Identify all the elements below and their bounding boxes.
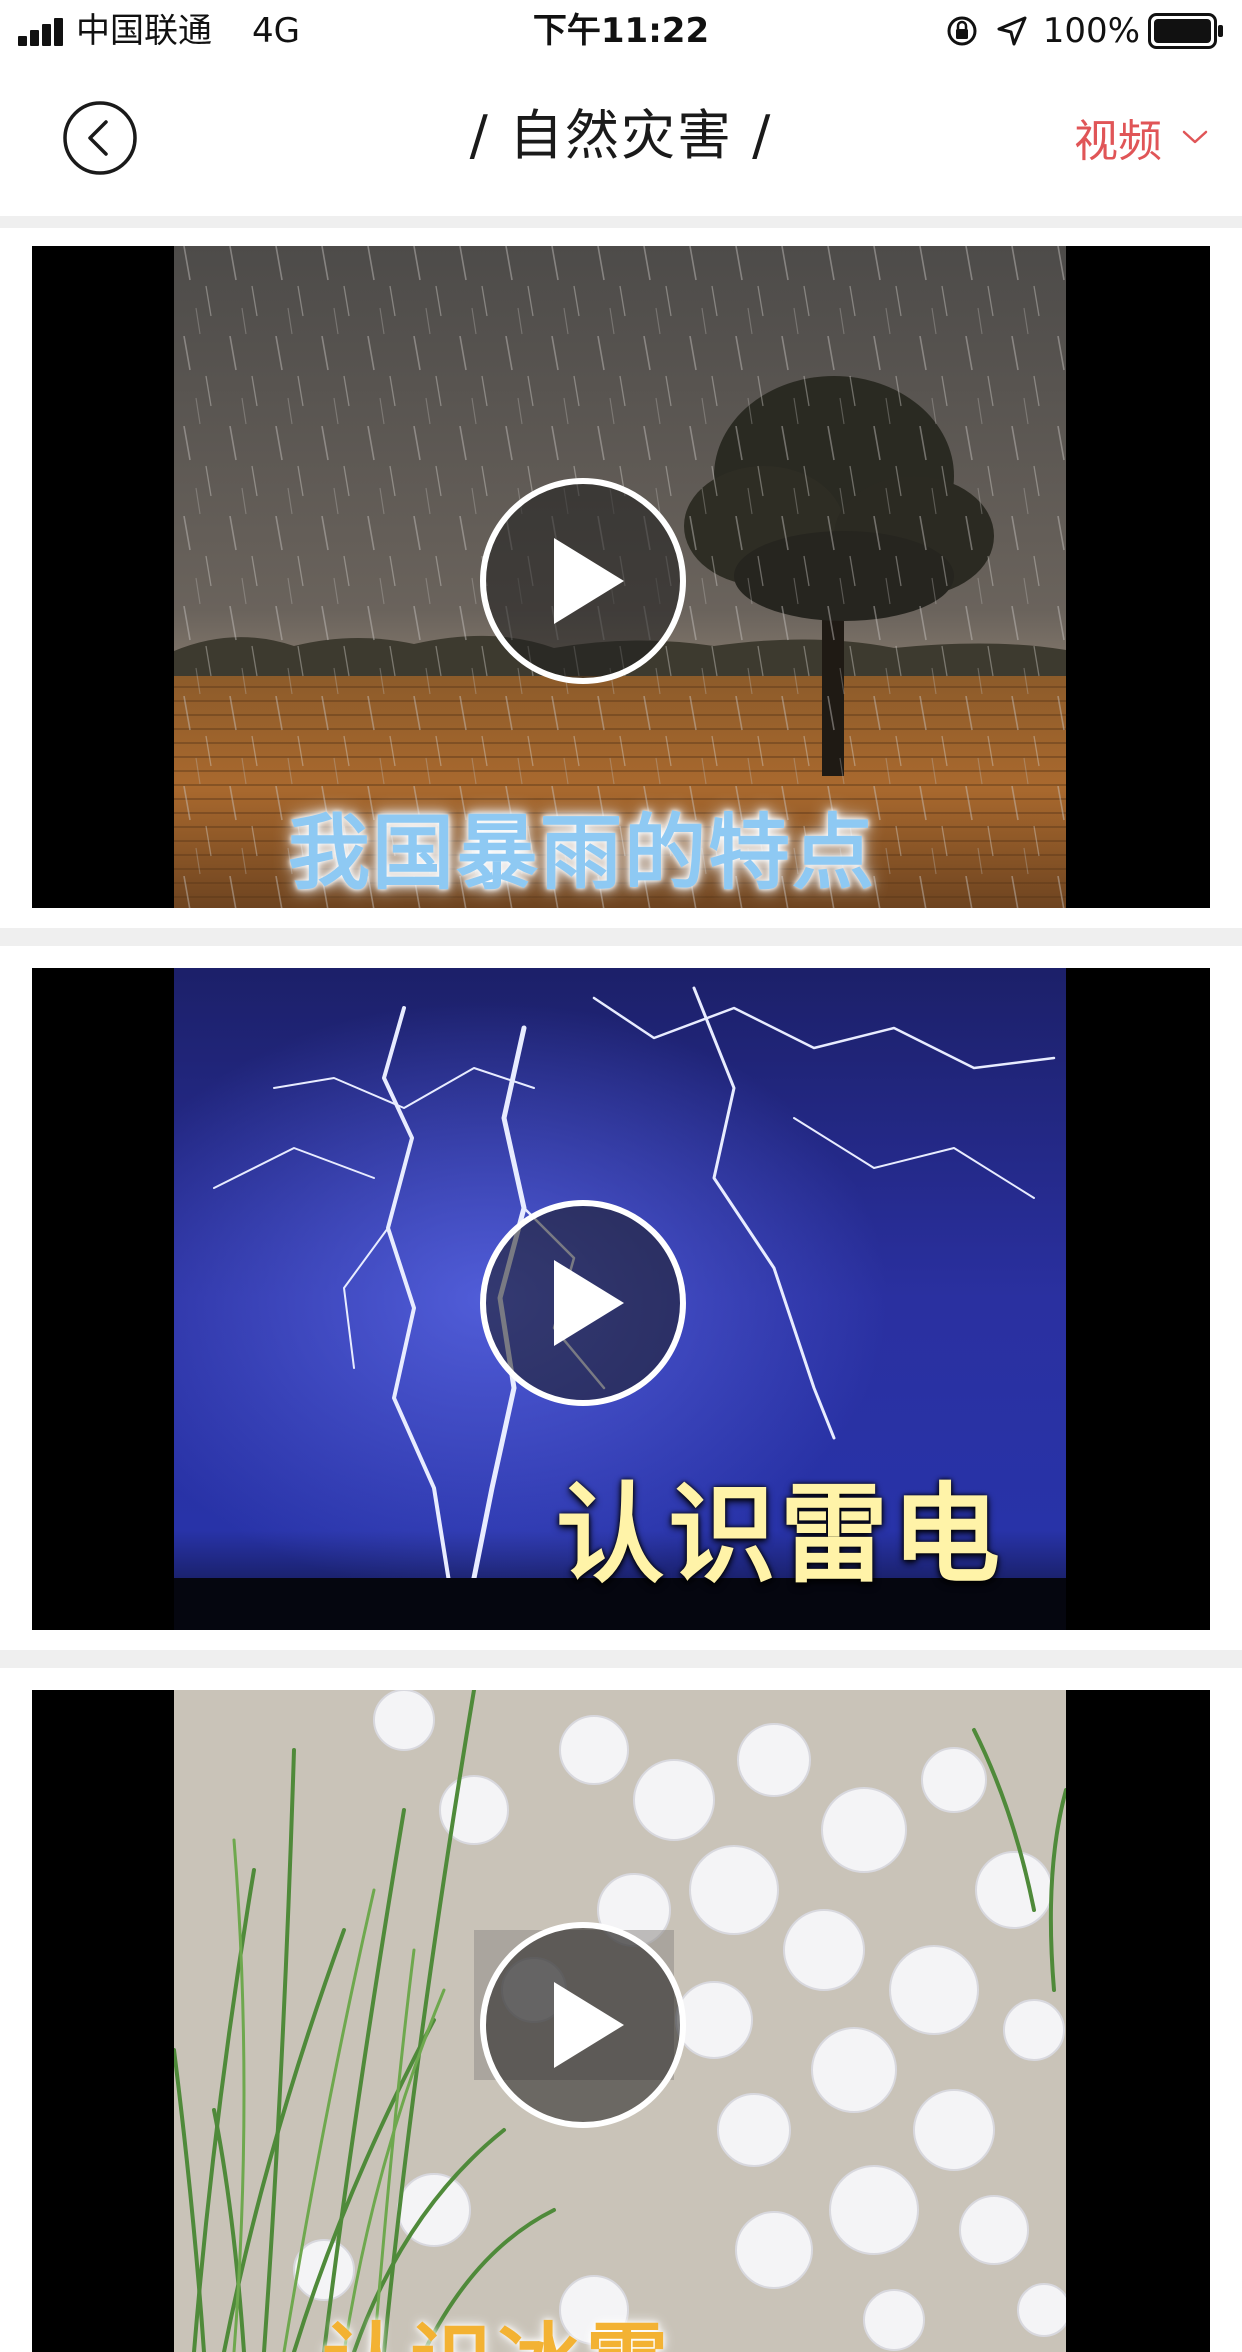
chevron-down-icon bbox=[1182, 130, 1208, 144]
page-title: / 自然灾害 / bbox=[469, 104, 773, 167]
play-button[interactable] bbox=[478, 1920, 688, 2130]
play-icon bbox=[480, 1922, 686, 2128]
battery-icon bbox=[1148, 13, 1223, 49]
media-type-dropdown[interactable]: 视频 bbox=[1074, 102, 1208, 172]
play-icon bbox=[480, 1200, 686, 1406]
battery-percent: 100% bbox=[1042, 11, 1140, 51]
play-icon bbox=[480, 478, 686, 684]
feed-divider bbox=[0, 928, 1242, 946]
video-card[interactable]: 认识雷电 bbox=[32, 968, 1210, 1630]
nav-bar: / 自然灾害 / 视频 bbox=[0, 62, 1242, 212]
feed-divider bbox=[0, 1650, 1242, 1668]
video-caption: 认识冰雹 bbox=[322, 2295, 674, 2352]
video-caption: 我国暴雨的特点 bbox=[288, 806, 877, 901]
video-caption: 认识雷电 bbox=[556, 1473, 1005, 1598]
video-card[interactable]: 认识冰雹 bbox=[32, 1690, 1210, 2352]
location-arrow-icon bbox=[997, 16, 1027, 46]
play-button[interactable] bbox=[478, 476, 688, 686]
play-button[interactable] bbox=[478, 1198, 688, 1408]
orientation-lock-icon bbox=[947, 16, 977, 46]
filter-label: 视频 bbox=[1074, 116, 1162, 167]
feed-divider bbox=[0, 216, 1242, 228]
video-card[interactable]: 我国暴雨的特点 bbox=[32, 246, 1210, 908]
status-bar: 中国联通 4G 下午11:22 100% bbox=[0, 0, 1242, 62]
status-indicators: 100% bbox=[945, 10, 1224, 52]
